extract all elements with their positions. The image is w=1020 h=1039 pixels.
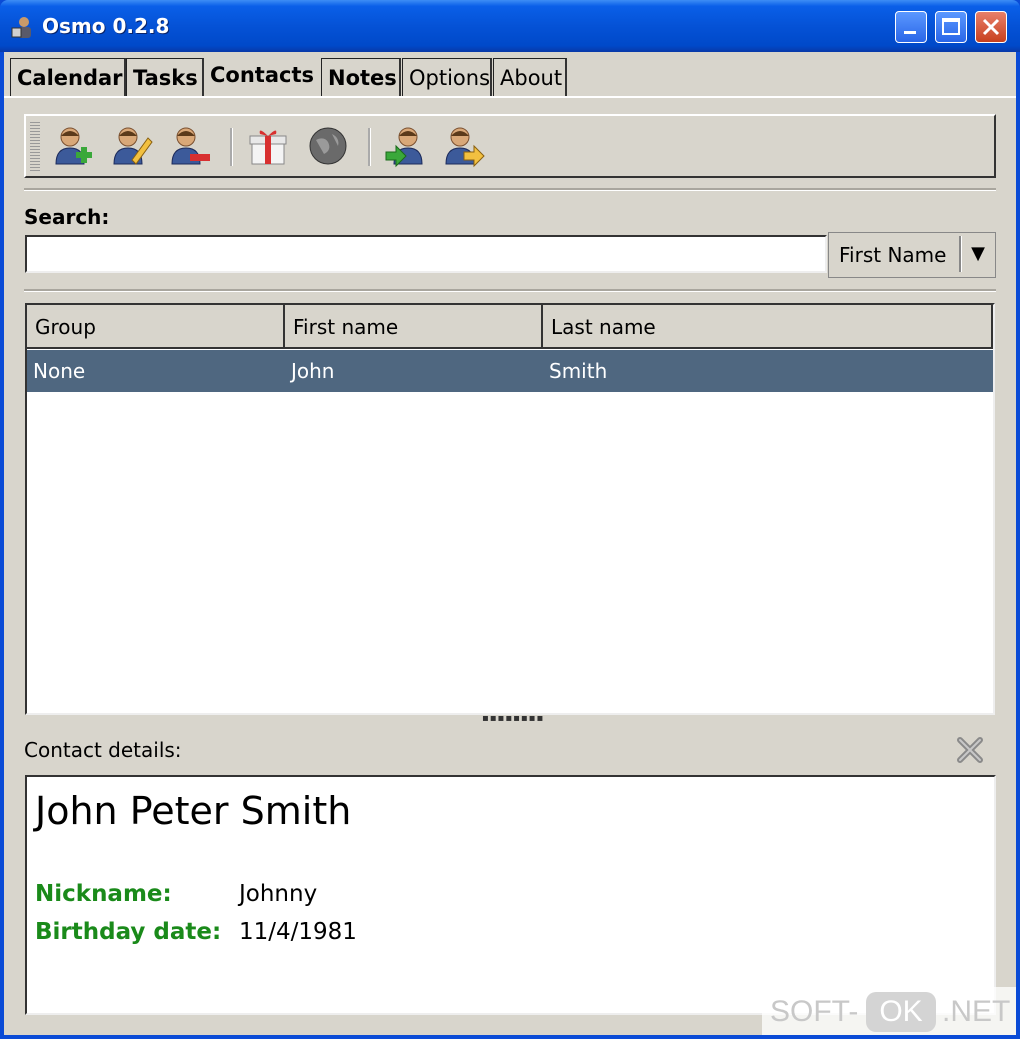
remove-contact-icon[interactable]	[168, 124, 212, 168]
tab-options[interactable]: Options	[402, 58, 492, 96]
close-button[interactable]	[975, 11, 1007, 43]
contact-full-name: John Peter Smith	[35, 789, 352, 833]
dropdown-arrow-icon[interactable]: ▼	[965, 239, 991, 269]
contact-details-panel: John Peter Smith Nickname: Johnny Birthd…	[25, 775, 996, 1015]
client-area: Calendar Tasks Contacts Notes Options Ab…	[4, 52, 1016, 1035]
cell-last-name: Smith	[549, 359, 608, 383]
column-header-last-name[interactable]: Last name	[543, 305, 993, 349]
cell-group: None	[33, 359, 86, 383]
add-contact-icon[interactable]	[52, 124, 96, 168]
tab-label: Tasks	[133, 66, 198, 90]
birthday-value: 11/4/1981	[239, 919, 357, 945]
contacts-table: Group First name Last name None John Smi…	[25, 303, 995, 715]
app-window: Osmo 0.2.8 Calendar Tasks Contacts Notes…	[0, 0, 1020, 1039]
search-field-value: First Name	[839, 243, 947, 267]
globe-icon[interactable]	[306, 124, 350, 168]
divider	[24, 289, 996, 292]
maximize-icon	[942, 18, 960, 35]
contact-details-label: Contact details:	[24, 738, 182, 762]
watermark-text: SOFT-	[770, 995, 859, 1028]
search-input[interactable]	[25, 235, 827, 273]
toolbar-separator	[368, 128, 371, 166]
edit-contact-icon[interactable]	[110, 124, 154, 168]
nickname-value: Johnny	[239, 881, 318, 907]
splitter-handle[interactable]: ▪▪▪▪▪▪▪▪	[482, 714, 543, 724]
combo-separator	[959, 236, 962, 272]
minimize-button[interactable]	[895, 11, 927, 43]
export-contact-icon[interactable]	[442, 124, 486, 168]
maximize-button[interactable]	[935, 11, 967, 43]
cell-first-name: John	[291, 359, 335, 383]
toolbar-separator	[230, 128, 233, 166]
toolbar-grip[interactable]	[30, 120, 40, 172]
nickname-label: Nickname:	[35, 881, 172, 907]
watermark-badge: OK	[866, 992, 936, 1032]
import-contact-icon[interactable]	[384, 124, 428, 168]
table-row[interactable]: None John Smith	[27, 350, 993, 392]
tab-label: Contacts	[210, 63, 314, 87]
app-icon	[11, 17, 31, 38]
tab-calendar[interactable]: Calendar	[10, 58, 126, 96]
close-details-icon[interactable]	[954, 734, 986, 766]
watermark: SOFT- OK .NET	[762, 987, 1016, 1035]
column-header-first-name[interactable]: First name	[285, 305, 543, 349]
column-header-group[interactable]: Group	[27, 305, 285, 349]
birthday-label: Birthday date:	[35, 919, 222, 945]
search-label: Search:	[24, 205, 110, 229]
minimize-icon	[904, 31, 916, 34]
close-icon	[982, 18, 1000, 36]
window-title: Osmo 0.2.8	[42, 14, 170, 38]
tab-tasks[interactable]: Tasks	[126, 58, 204, 96]
gift-icon[interactable]	[246, 124, 290, 168]
tab-label: Options	[409, 66, 491, 90]
tab-about[interactable]: About	[493, 58, 567, 96]
tab-underline	[4, 96, 1016, 98]
search-field-select[interactable]: First Name ▼	[828, 232, 996, 278]
title-bar[interactable]: Osmo 0.2.8	[0, 0, 1020, 52]
tab-label: Notes	[328, 66, 397, 90]
toolbar	[24, 114, 996, 178]
tab-contacts[interactable]: Contacts	[204, 56, 320, 99]
tab-label: About	[500, 66, 563, 90]
tab-label: Calendar	[17, 66, 123, 90]
divider	[24, 188, 996, 191]
watermark-text: .NET	[942, 995, 1011, 1028]
table-header: Group First name Last name	[27, 305, 993, 349]
tab-notes[interactable]: Notes	[321, 58, 401, 96]
